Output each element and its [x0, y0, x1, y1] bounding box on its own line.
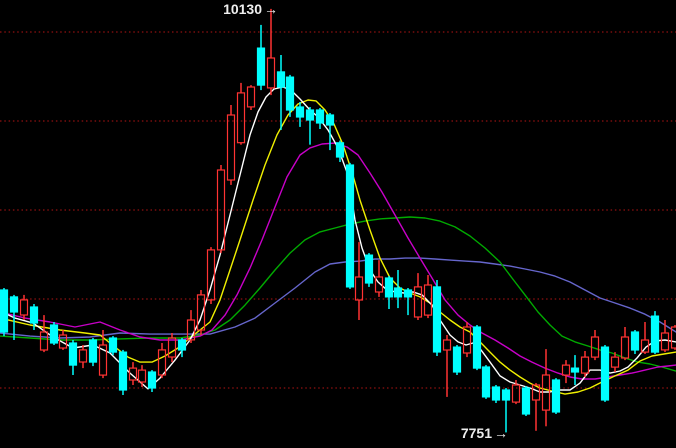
candle-body [29, 306, 39, 324]
candle-body [561, 364, 571, 376]
candle-body [226, 114, 236, 181]
candle-body [39, 331, 49, 351]
candle-body [177, 339, 187, 351]
candle-body [315, 109, 325, 124]
candle-body [521, 387, 531, 415]
high-price-value: 10130 [223, 1, 262, 17]
candle-body [335, 142, 345, 158]
chart-canvas[interactable] [0, 0, 676, 448]
candle-body [442, 339, 452, 351]
candle-body [167, 337, 177, 358]
low-price-value: 7751 [460, 425, 492, 441]
ma-slow-magenta [0, 142, 676, 380]
candle-body [620, 336, 630, 359]
candle-body [413, 286, 423, 318]
candle-body [345, 164, 355, 288]
candle-body [285, 76, 295, 111]
candle-body [246, 86, 256, 108]
candle-body [19, 299, 29, 316]
candle-body [630, 331, 640, 351]
candle-body [118, 351, 128, 391]
candle-body [147, 371, 157, 389]
candle-body [570, 367, 580, 373]
candle-body [580, 356, 590, 374]
candle-body [551, 379, 561, 413]
candlestick-chart-panel: 10130 → 7751 → [0, 0, 676, 448]
candle-body [9, 296, 19, 313]
candle-body [384, 277, 394, 298]
high-price-label: 10130 → [180, 1, 278, 17]
candle-body [68, 342, 78, 366]
candle-body [393, 287, 403, 298]
candle-body [49, 324, 59, 344]
candle-body [660, 332, 670, 351]
candle-body [216, 169, 226, 251]
candle-body [88, 339, 98, 363]
candle-body [305, 109, 315, 121]
candle-body [276, 71, 286, 88]
candle-body [196, 294, 206, 331]
candle-body [610, 356, 620, 368]
candle-body [354, 276, 364, 301]
candle-body [501, 389, 511, 401]
ma-slower-green [0, 216, 676, 372]
low-price-label: 7751 → [408, 425, 508, 441]
candle-body [137, 369, 147, 383]
candle-body [452, 346, 462, 373]
candle-body [0, 289, 9, 333]
candle-body [266, 57, 276, 89]
candle-body [600, 346, 610, 401]
candle-body [481, 366, 491, 398]
ma-slowest-blue [0, 257, 676, 339]
right-arrow-icon: → [264, 1, 278, 17]
candle-body [78, 349, 88, 363]
candle-body [472, 326, 482, 369]
candle-body [256, 47, 266, 86]
candle-body [364, 254, 374, 284]
candle-body [295, 106, 305, 118]
candle-body [650, 315, 660, 353]
right-arrow-icon: → [494, 425, 508, 441]
candle-body [403, 289, 413, 298]
candle-body [432, 286, 442, 353]
candle-body [491, 386, 501, 401]
candle-body [236, 92, 246, 144]
candle-body [157, 349, 167, 376]
candle-body [325, 114, 335, 126]
candle-body [108, 337, 118, 353]
